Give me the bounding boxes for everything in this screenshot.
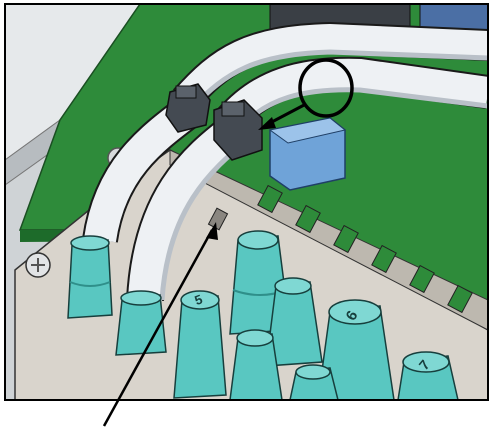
grommet-9 [397,351,459,400]
grommet-2 [115,290,167,356]
grommet-1 [67,235,113,319]
cable-clip-left [165,83,211,133]
cable-routing-illustration: 5 6 7 [4,3,489,427]
grommet-8 [289,364,339,400]
